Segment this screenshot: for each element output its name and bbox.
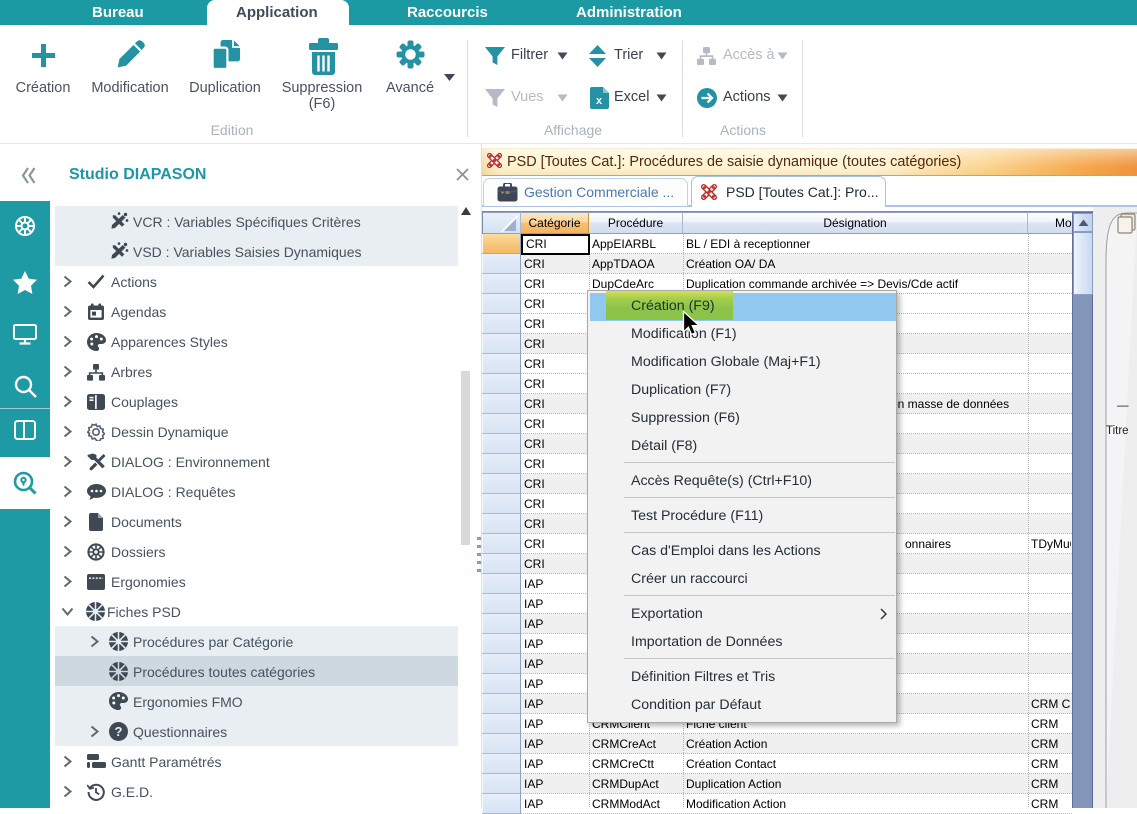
svg-text:x: x [596,95,603,107]
svg-text:?: ? [115,724,123,739]
